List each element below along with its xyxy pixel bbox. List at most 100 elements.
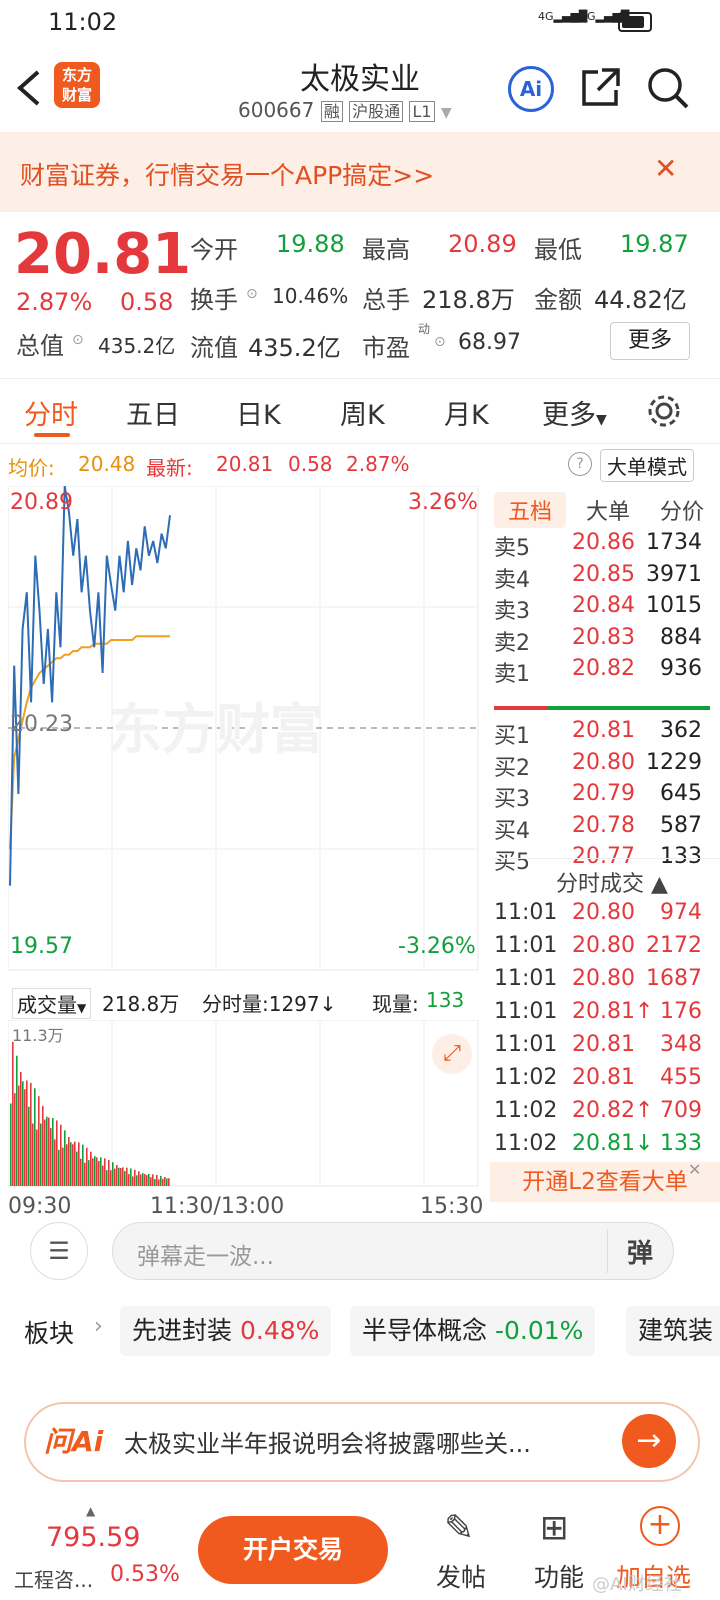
bottom-pct-label: -3.26% (398, 934, 476, 959)
tab-weekly[interactable]: 周K (340, 393, 385, 432)
sector-chip[interactable]: 先进封装 0.48% (120, 1306, 332, 1356)
trade-time: 11:01 (494, 999, 558, 1024)
trade-price: 20.80 (572, 933, 635, 958)
volume-bar (36, 1129, 38, 1186)
promo-banner[interactable]: 财富证券，行情交易一个APP搞定>> ✕ (0, 132, 720, 212)
tab-daily[interactable]: 日K (236, 393, 281, 432)
trade-time: 11:01 (494, 966, 558, 991)
tab-intraday[interactable]: 分时 (24, 393, 78, 432)
ai-icon[interactable]: Ai (508, 66, 554, 112)
ai-question-box[interactable]: 问Ai 太极实业半年报说明会将披露哪些关... → (24, 1402, 700, 1482)
back-icon[interactable] (14, 68, 44, 108)
info-icon[interactable]: ⊙ (72, 332, 84, 348)
volume-total: 218.8万 (102, 992, 180, 1016)
volume-bar (124, 1171, 126, 1186)
bottom-bar: ▲ 795.59 工程咨... 0.53% 开户交易 ✎ 发帖 ⊞ 功能 + 加… (0, 1500, 720, 1600)
avg-label: 均价: (8, 456, 55, 480)
index-name[interactable]: 工程咨... (14, 1564, 93, 1593)
pe-label: 市盈 (362, 334, 410, 362)
book-level-volume: 645 (660, 781, 702, 806)
amount-label: 金额 (534, 286, 582, 314)
volume-bar (150, 1177, 152, 1186)
big-order-mode-button[interactable]: 大单模式 (600, 449, 694, 482)
danmu-settings-icon[interactable]: ☰ (30, 1222, 88, 1280)
volume-bar (32, 1123, 34, 1186)
trade-time: 11:02 (494, 1131, 558, 1156)
book-level-volume: 936 (660, 656, 702, 681)
volume-bar (22, 1081, 24, 1186)
change-amount: 0.58 (120, 288, 174, 316)
search-icon[interactable] (646, 66, 690, 110)
close-icon[interactable]: ✕ (654, 152, 677, 185)
volume-bar (72, 1144, 74, 1186)
chevron-up-icon[interactable]: ▲ (86, 1504, 95, 1518)
danmu-placeholder: 弹幕走一波... (137, 1244, 274, 1270)
volume-bar (166, 1178, 168, 1186)
post-button[interactable]: 发帖 (436, 1558, 486, 1594)
trades-title[interactable]: 分时成交 ▲ (556, 866, 668, 898)
danmu-input[interactable]: 弹幕走一波... 弹 (112, 1222, 674, 1280)
volume-bar (104, 1158, 106, 1186)
float-label: 流值 (190, 334, 238, 362)
trade-time: 11:01 (494, 900, 558, 925)
volume-selector[interactable]: 成交量▼ (12, 988, 92, 1019)
trade-price: 20.81 (572, 1065, 635, 1090)
arrow-right-icon[interactable]: → (622, 1414, 676, 1468)
volume-value: 218.8万 (422, 286, 515, 314)
book-level-label: 卖1 (494, 662, 530, 687)
volume-bar (48, 1117, 50, 1186)
chart-tabs: 分时 五日 日K 周K 月K 更多▼ (0, 378, 720, 444)
volume-bar (70, 1142, 72, 1186)
volume-bar (46, 1116, 48, 1186)
index-value[interactable]: 795.59 (46, 1522, 140, 1553)
latest-pct: 2.87% (346, 452, 410, 476)
trade-volume: 709 (660, 1098, 702, 1123)
pe-sup: 动 (418, 322, 431, 336)
sector-chip[interactable]: 建筑装 (626, 1306, 720, 1356)
danmu-bar: ☰ 弹幕走一波... 弹 (0, 1204, 720, 1298)
bottom-price-label: 19.57 (10, 934, 73, 959)
danmu-toggle-icon[interactable]: 弹 (627, 1233, 653, 1270)
intraday-chart[interactable]: 东方财富 20.89 3.26% 20.23 19.57 -3.26% (7, 485, 488, 982)
tag-margin: 融 (320, 101, 343, 122)
dropdown-icon[interactable]: ▼ (441, 105, 452, 121)
trade-price: 20.81 (572, 1032, 635, 1057)
volume-bar (122, 1167, 124, 1186)
volume-bar (114, 1168, 116, 1186)
book-level-label: 卖3 (494, 599, 530, 624)
l2-promo[interactable]: 开通L2查看大单 (490, 1162, 720, 1202)
sector-chip[interactable]: 半导体概念 -0.01% (350, 1306, 596, 1356)
expand-icon[interactable]: ⤢ (432, 1034, 472, 1074)
help-icon[interactable]: ? (568, 452, 592, 476)
info-icon[interactable]: ⊙ (434, 334, 446, 350)
stock-header: 东方 财富 太极实业 600667 融 沪股通 L1 ▼ Ai (0, 44, 720, 132)
close-icon[interactable]: ✕ (688, 1160, 701, 1179)
book-level-label: 卖4 (494, 567, 530, 593)
tab-price-dist[interactable]: 分价 (660, 494, 704, 526)
volume-chart[interactable]: 11.3万 ⤢ (7, 1019, 488, 1188)
tab-monthly[interactable]: 月K (444, 393, 489, 432)
trade-volume: 974 (660, 900, 702, 925)
tab-big-orders[interactable]: 大单 (586, 494, 630, 526)
chevron-right-icon[interactable]: › (94, 1314, 103, 1339)
more-button[interactable]: 更多 (610, 322, 690, 360)
tab-more[interactable]: 更多▼ (542, 393, 607, 432)
volume-bar (66, 1144, 68, 1186)
tab-5day[interactable]: 五日 (126, 393, 180, 432)
change-pct: 2.87% (16, 288, 93, 316)
trade-button[interactable]: 开户交易 (198, 1516, 388, 1584)
info-icon[interactable]: ⊙ (246, 286, 258, 302)
volume-bar (18, 1085, 20, 1186)
settings-icon[interactable] (646, 393, 682, 429)
tab-five-levels[interactable]: 五档 (494, 492, 567, 528)
book-level-price: 20.86 (572, 530, 635, 555)
volume-bar (28, 1106, 30, 1186)
book-level-volume: 884 (660, 624, 702, 650)
volume-bar (42, 1105, 44, 1186)
trade-volume: 455 (660, 1065, 702, 1090)
share-icon[interactable] (580, 66, 622, 108)
open-label: 今开 (190, 236, 238, 264)
function-button[interactable]: 功能 (534, 1558, 584, 1594)
volume-bar (144, 1174, 146, 1186)
volume-bar (162, 1178, 164, 1186)
